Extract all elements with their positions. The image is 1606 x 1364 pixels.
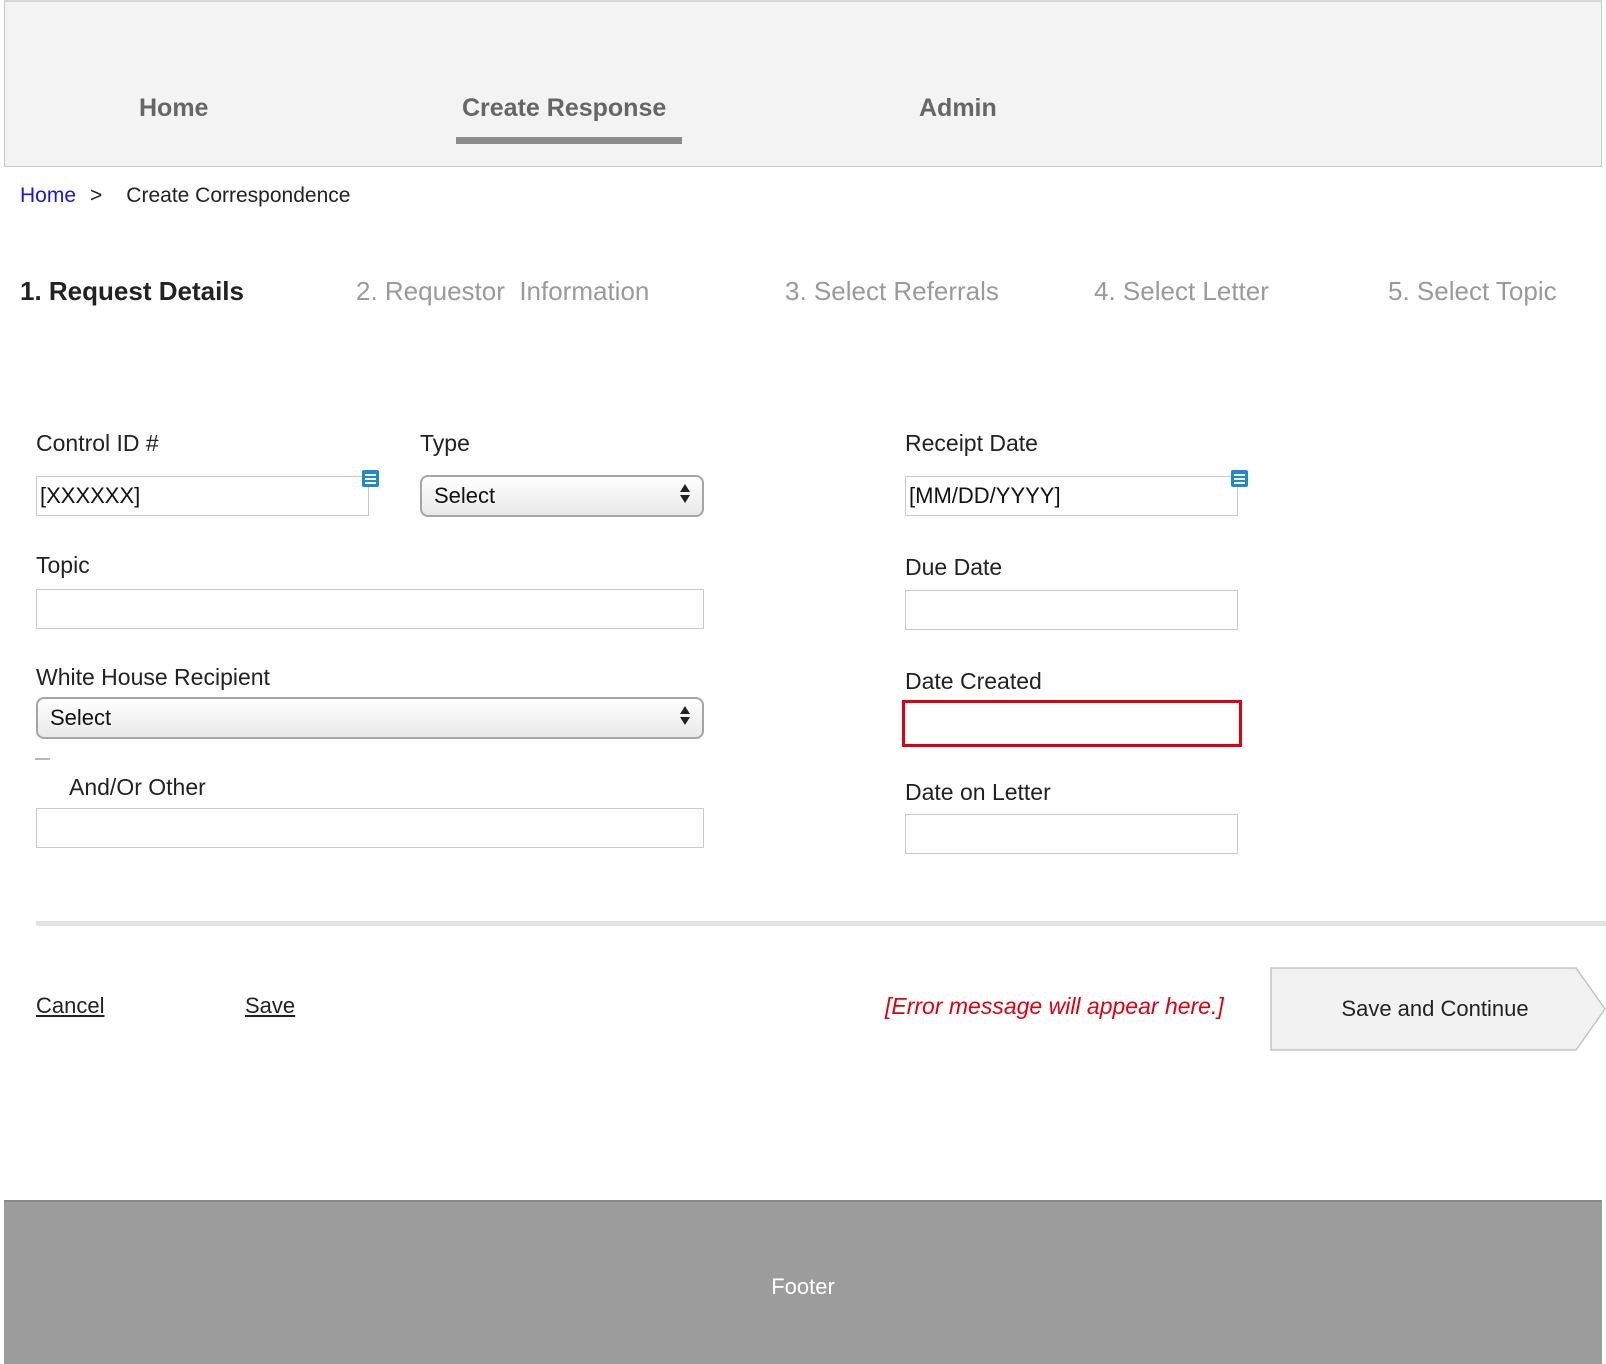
- step-select-letter[interactable]: 4. Select Letter: [1094, 276, 1269, 307]
- note-icon[interactable]: [362, 470, 379, 487]
- and-or-other-checkbox[interactable]: [35, 758, 50, 766]
- date-on-letter-label: Date on Letter: [905, 779, 1051, 805]
- and-or-other-input[interactable]: [36, 808, 704, 848]
- control-id-label: Control ID #: [36, 430, 159, 456]
- type-label: Type: [420, 430, 470, 456]
- top-navigation: Home Create Response Admin: [4, 0, 1602, 167]
- footer: Footer: [4, 1200, 1602, 1364]
- nav-create-response[interactable]: Create Response: [462, 94, 666, 123]
- receipt-date-label: Receipt Date: [905, 430, 1038, 456]
- type-select-value: Select: [434, 483, 496, 508]
- footer-text: Footer: [771, 1274, 835, 1299]
- select-arrows-icon: [680, 484, 690, 503]
- white-house-recipient-label: White House Recipient: [36, 664, 270, 690]
- type-select[interactable]: Select: [420, 475, 704, 517]
- step-requestor-information[interactable]: 2. Requestor Information: [356, 276, 649, 307]
- nav-active-indicator: [456, 137, 682, 144]
- control-id-input[interactable]: [36, 476, 369, 516]
- nav-home[interactable]: Home: [139, 94, 208, 123]
- step-request-details[interactable]: 1. Request Details: [20, 276, 244, 307]
- date-created-input[interactable]: [902, 700, 1242, 747]
- breadcrumb-home-link[interactable]: Home: [20, 184, 76, 207]
- topic-input[interactable]: [36, 589, 704, 629]
- select-arrows-icon: [680, 706, 690, 725]
- breadcrumb-separator: >: [90, 184, 103, 207]
- step-select-topic[interactable]: 5. Select Topic: [1388, 276, 1557, 307]
- due-date-input[interactable]: [905, 590, 1238, 630]
- save-and-continue-label: Save and Continue: [1341, 996, 1529, 1021]
- white-house-recipient-select-value: Select: [50, 705, 112, 730]
- breadcrumb: Home > Create Correspondence: [20, 184, 350, 208]
- receipt-date-input[interactable]: [905, 476, 1238, 516]
- cancel-link[interactable]: Cancel: [36, 993, 104, 1019]
- nav-admin[interactable]: Admin: [919, 94, 997, 123]
- date-created-label: Date Created: [905, 668, 1042, 694]
- step-select-referrals[interactable]: 3. Select Referrals: [785, 276, 999, 307]
- and-or-other-label: And/Or Other: [69, 774, 206, 800]
- save-and-continue-button[interactable]: Save and Continue: [1270, 967, 1606, 1051]
- form-divider: [36, 921, 1606, 926]
- date-on-letter-input[interactable]: [905, 814, 1238, 854]
- due-date-label: Due Date: [905, 554, 1003, 580]
- topic-label: Topic: [36, 552, 90, 578]
- save-link[interactable]: Save: [245, 993, 295, 1019]
- error-message: [Error message will appear here.]: [885, 993, 1224, 1019]
- breadcrumb-current: Create Correspondence: [126, 184, 351, 207]
- white-house-recipient-select[interactable]: Select: [36, 697, 704, 739]
- note-icon[interactable]: [1231, 470, 1248, 487]
